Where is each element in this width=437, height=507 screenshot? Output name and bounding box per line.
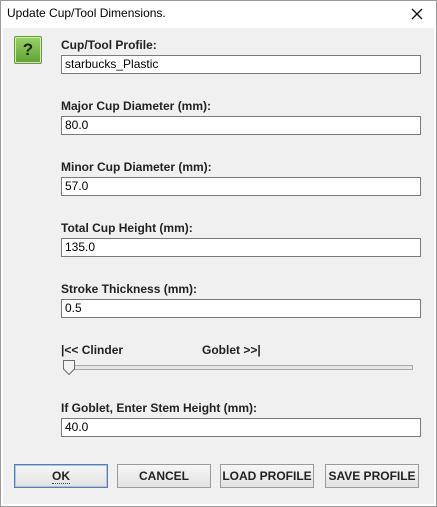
total-height-field[interactable]: 135.0 (61, 238, 421, 257)
question-icon: ? (14, 36, 42, 64)
close-button[interactable] (404, 2, 430, 26)
stem-height-field[interactable]: 40.0 (61, 418, 421, 437)
major-diameter-label: Major Cup Diameter (mm): (61, 99, 212, 113)
cancel-button[interactable]: CANCEL (117, 464, 211, 488)
profile-field[interactable]: starbucks_Plastic (61, 55, 421, 74)
title-bar: Update Cup/Tool Dimensions. (1, 1, 436, 27)
slider-right-label: Goblet >>| (202, 343, 261, 357)
ok-button-label: OK (52, 468, 70, 484)
stroke-thickness-label: Stroke Thickness (mm): (61, 282, 198, 296)
stroke-thickness-field[interactable]: 0.5 (61, 299, 421, 318)
close-icon (411, 8, 423, 20)
major-diameter-field[interactable]: 80.0 (61, 116, 421, 135)
slider-left-label: |<< Clinder (61, 343, 124, 357)
stem-height-label: If Goblet, Enter Stem Height (mm): (61, 401, 258, 415)
total-height-label: Total Cup Height (mm): (61, 221, 193, 235)
shape-slider-track[interactable] (65, 365, 413, 370)
dialog-content: ? Cup/Tool Profile: starbucks_Plastic Ma… (3, 28, 434, 504)
save-profile-button[interactable]: SAVE PROFILE (325, 464, 419, 488)
cancel-button-label: CANCEL (139, 469, 189, 483)
shape-slider-thumb[interactable] (63, 360, 75, 375)
ok-button[interactable]: OK (14, 464, 108, 488)
window-title: Update Cup/Tool Dimensions. (7, 6, 166, 20)
save-profile-button-label: SAVE PROFILE (328, 469, 416, 483)
minor-diameter-label: Minor Cup Diameter (mm): (61, 160, 212, 174)
load-profile-button-label: LOAD PROFILE (222, 469, 312, 483)
load-profile-button[interactable]: LOAD PROFILE (220, 464, 314, 488)
profile-label: Cup/Tool Profile: (61, 38, 157, 52)
dialog-window: Update Cup/Tool Dimensions. ? Cup/Tool P… (0, 0, 437, 507)
minor-diameter-field[interactable]: 57.0 (61, 177, 421, 196)
